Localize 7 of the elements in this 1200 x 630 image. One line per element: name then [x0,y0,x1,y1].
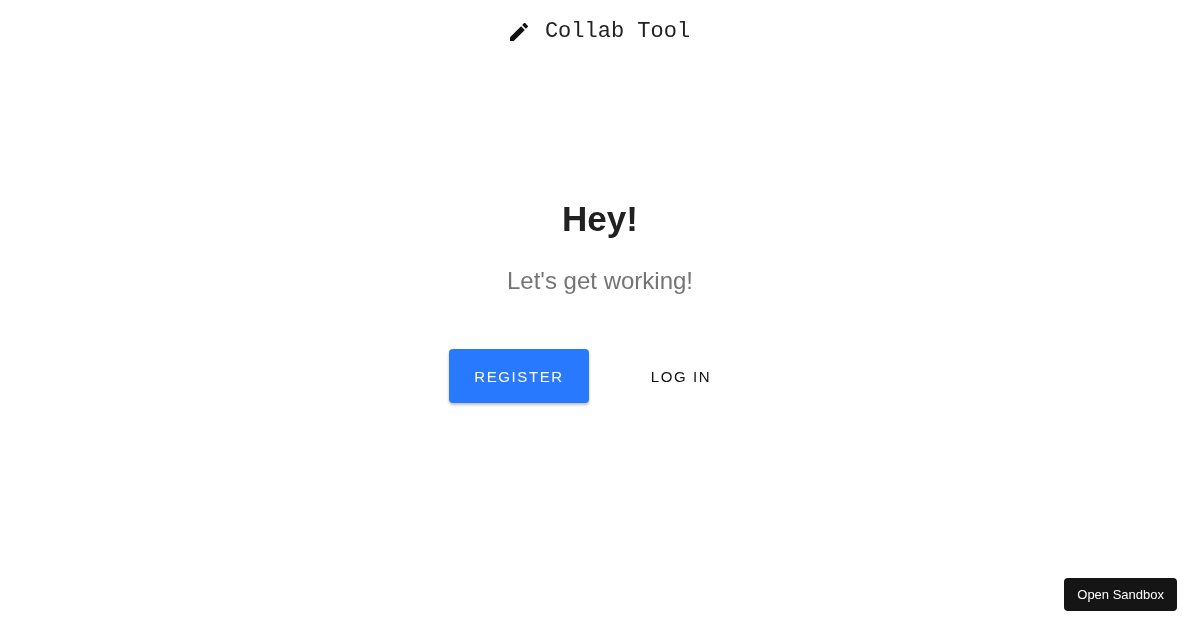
greeting-subtitle: Let's get working! [507,266,693,296]
open-sandbox-button[interactable]: Open Sandbox [1064,578,1177,611]
register-button[interactable]: REGISTER [449,349,589,403]
app-title: Collab Tool [544,20,691,44]
login-button[interactable]: LOG IN [611,349,751,403]
pencil-icon [509,23,528,41]
greeting-heading: Hey! [562,199,638,239]
